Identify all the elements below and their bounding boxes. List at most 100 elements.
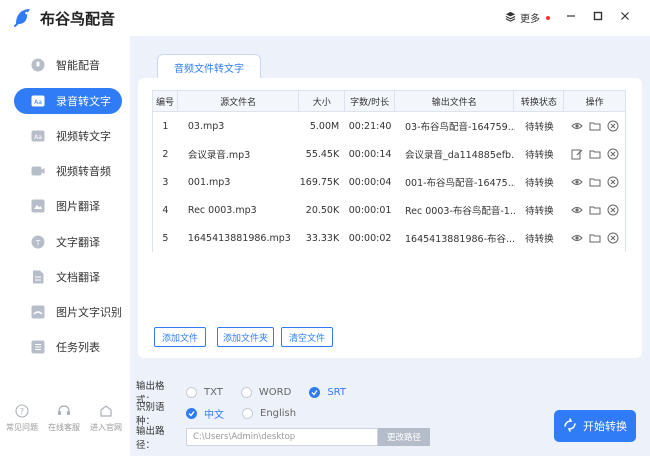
start-convert-button[interactable]: 开始转换 [554, 410, 636, 442]
output-file-name: 001-布谷鸟配音-16475... [405, 178, 515, 189]
format-option-txt[interactable]: TXT [186, 386, 223, 398]
file-duration: 00:00:02 [348, 232, 392, 244]
column-header: 输出文件名 [395, 91, 515, 111]
column-header: 字数/时长 [345, 91, 395, 111]
convert-status: 待转换 [525, 234, 554, 245]
column-header: 转换状态 [514, 91, 565, 111]
radio-label: WORD [258, 386, 292, 398]
row-actions [564, 148, 625, 160]
maximize-icon [593, 11, 603, 24]
sidebar-item-task-list[interactable]: 任务列表 [14, 334, 122, 360]
edit-icon[interactable] [571, 148, 583, 160]
sidebar-item-doc-translate[interactable]: 文档翻译 [14, 264, 122, 290]
sidebar-item-text-translate[interactable]: T 文字翻译 [14, 229, 122, 255]
eye-icon[interactable] [570, 204, 583, 216]
table-header: 编号 源文件名 大小 字数/时长 输出文件名 转换状态 操作 [153, 91, 625, 112]
source-file-name: 001.mp3 [187, 176, 231, 188]
delete-icon[interactable] [607, 204, 619, 216]
minimize-icon [566, 11, 576, 24]
language-option-english[interactable]: English [242, 407, 297, 419]
file-size: 33.33K [305, 232, 340, 244]
image-translate-icon [30, 198, 46, 214]
main-area: 音频文件转文字 编号 源文件名 大小 字数/时长 输出文件名 转换状态 操作 1… [130, 36, 650, 456]
add-folder-button[interactable]: 添加文件夹 [217, 327, 274, 347]
eye-icon[interactable] [570, 232, 583, 244]
output-file-name: Rec 0003-布谷鸟配音-1... [405, 206, 515, 217]
format-option-word[interactable]: WORD [240, 386, 292, 398]
service-label: 在线客服 [48, 423, 80, 432]
audio-text-icon: Aa [30, 93, 46, 109]
row-actions [564, 232, 625, 244]
close-button[interactable] [616, 8, 634, 26]
app-title: 布谷鸟配音 [40, 10, 116, 28]
eye-icon[interactable] [570, 120, 583, 132]
notification-dot [546, 15, 550, 20]
radio-label: 中文 [204, 409, 224, 421]
svg-text:?: ? [20, 407, 24, 416]
convert-status: 待转换 [525, 206, 554, 217]
website-label: 进入官网 [90, 423, 122, 432]
sidebar-item-label: 智能配音 [56, 59, 100, 72]
doc-translate-icon [30, 269, 46, 285]
online-service-link[interactable]: 在线客服 [44, 404, 84, 433]
start-convert-label: 开始转换 [583, 420, 627, 433]
file-size: 169.75K [299, 176, 340, 188]
column-header: 源文件名 [178, 91, 300, 111]
table-row: 4 Rec 0003.mp3 20.50K 00:00:01 Rec 0003-布谷鸟配… [153, 196, 625, 224]
delete-icon[interactable] [607, 232, 619, 244]
folder-icon[interactable] [589, 232, 601, 244]
sidebar-item-video-to-audio[interactable]: 视频转音频 [14, 158, 122, 184]
folder-icon[interactable] [589, 120, 601, 132]
clear-files-button[interactable]: 清空文件 [281, 327, 333, 347]
row-id: 4 [162, 204, 169, 216]
svg-text:Aa: Aa [34, 99, 42, 106]
bird-logo-icon [12, 6, 34, 28]
file-size: 55.45K [305, 148, 340, 160]
video-text-icon: Aa [30, 128, 46, 144]
sidebar-item-audio-to-text[interactable]: Aa 录音转文字 [14, 88, 122, 114]
file-table: 编号 源文件名 大小 字数/时长 输出文件名 转换状态 操作 1 03.mp3 5.… [152, 90, 626, 252]
convert-status: 待转换 [525, 122, 554, 133]
row-id: 5 [162, 232, 169, 244]
folder-icon[interactable] [589, 204, 601, 216]
change-path-button[interactable]: 更改路径 [378, 428, 430, 446]
column-header: 大小 [299, 91, 346, 111]
layers-icon [505, 11, 516, 25]
folder-icon[interactable] [589, 148, 601, 160]
row-actions [564, 204, 625, 216]
close-icon [620, 11, 630, 24]
help-link[interactable]: ? 常见问题 [2, 404, 42, 433]
sidebar-item-image-translate[interactable]: 图片翻译 [14, 193, 122, 219]
sidebar-item-video-to-text[interactable]: Aa 视频转文字 [14, 123, 122, 149]
folder-icon[interactable] [589, 176, 601, 188]
language-option-chinese[interactable]: 中文 [186, 406, 224, 421]
more-menu-button[interactable]: 更多 [505, 10, 550, 25]
radio-dot [240, 386, 252, 398]
convert-status: 待转换 [525, 178, 554, 189]
sidebar-item-smart-dubbing[interactable]: 智能配音 [14, 52, 122, 78]
delete-icon[interactable] [607, 120, 619, 132]
column-header: 编号 [153, 91, 178, 111]
format-option-srt[interactable]: SRT [309, 386, 346, 398]
sidebar-item-label: 图片文字识别 [56, 306, 122, 319]
sidebar-item-label: 文档翻译 [56, 271, 100, 284]
radio-label: English [260, 407, 297, 419]
radio-dot [186, 386, 197, 398]
eye-icon[interactable] [570, 176, 583, 188]
delete-icon[interactable] [607, 148, 619, 160]
output-file-name: 1645413881986-布谷... [405, 234, 515, 245]
file-duration: 00:00:04 [348, 176, 392, 188]
maximize-button[interactable] [589, 8, 607, 26]
tab-audio-to-text[interactable]: 音频文件转文字 [157, 54, 261, 80]
add-file-button[interactable]: 添加文件 [154, 327, 206, 347]
svg-text:T: T [35, 239, 41, 247]
website-link[interactable]: 进入官网 [86, 404, 126, 433]
row-id: 2 [162, 148, 169, 160]
convert-icon [563, 417, 577, 435]
minimize-button[interactable] [562, 8, 580, 26]
file-duration: 00:00:01 [348, 204, 392, 216]
table-row: 5 1645413881986.mp3 33.33K 00:00:02 16454138… [153, 224, 625, 252]
output-path-field[interactable]: C:\Users\Admin\desktop [186, 428, 378, 446]
sidebar-item-ocr[interactable]: 图片文字识别 [14, 299, 122, 325]
delete-icon[interactable] [607, 176, 619, 188]
